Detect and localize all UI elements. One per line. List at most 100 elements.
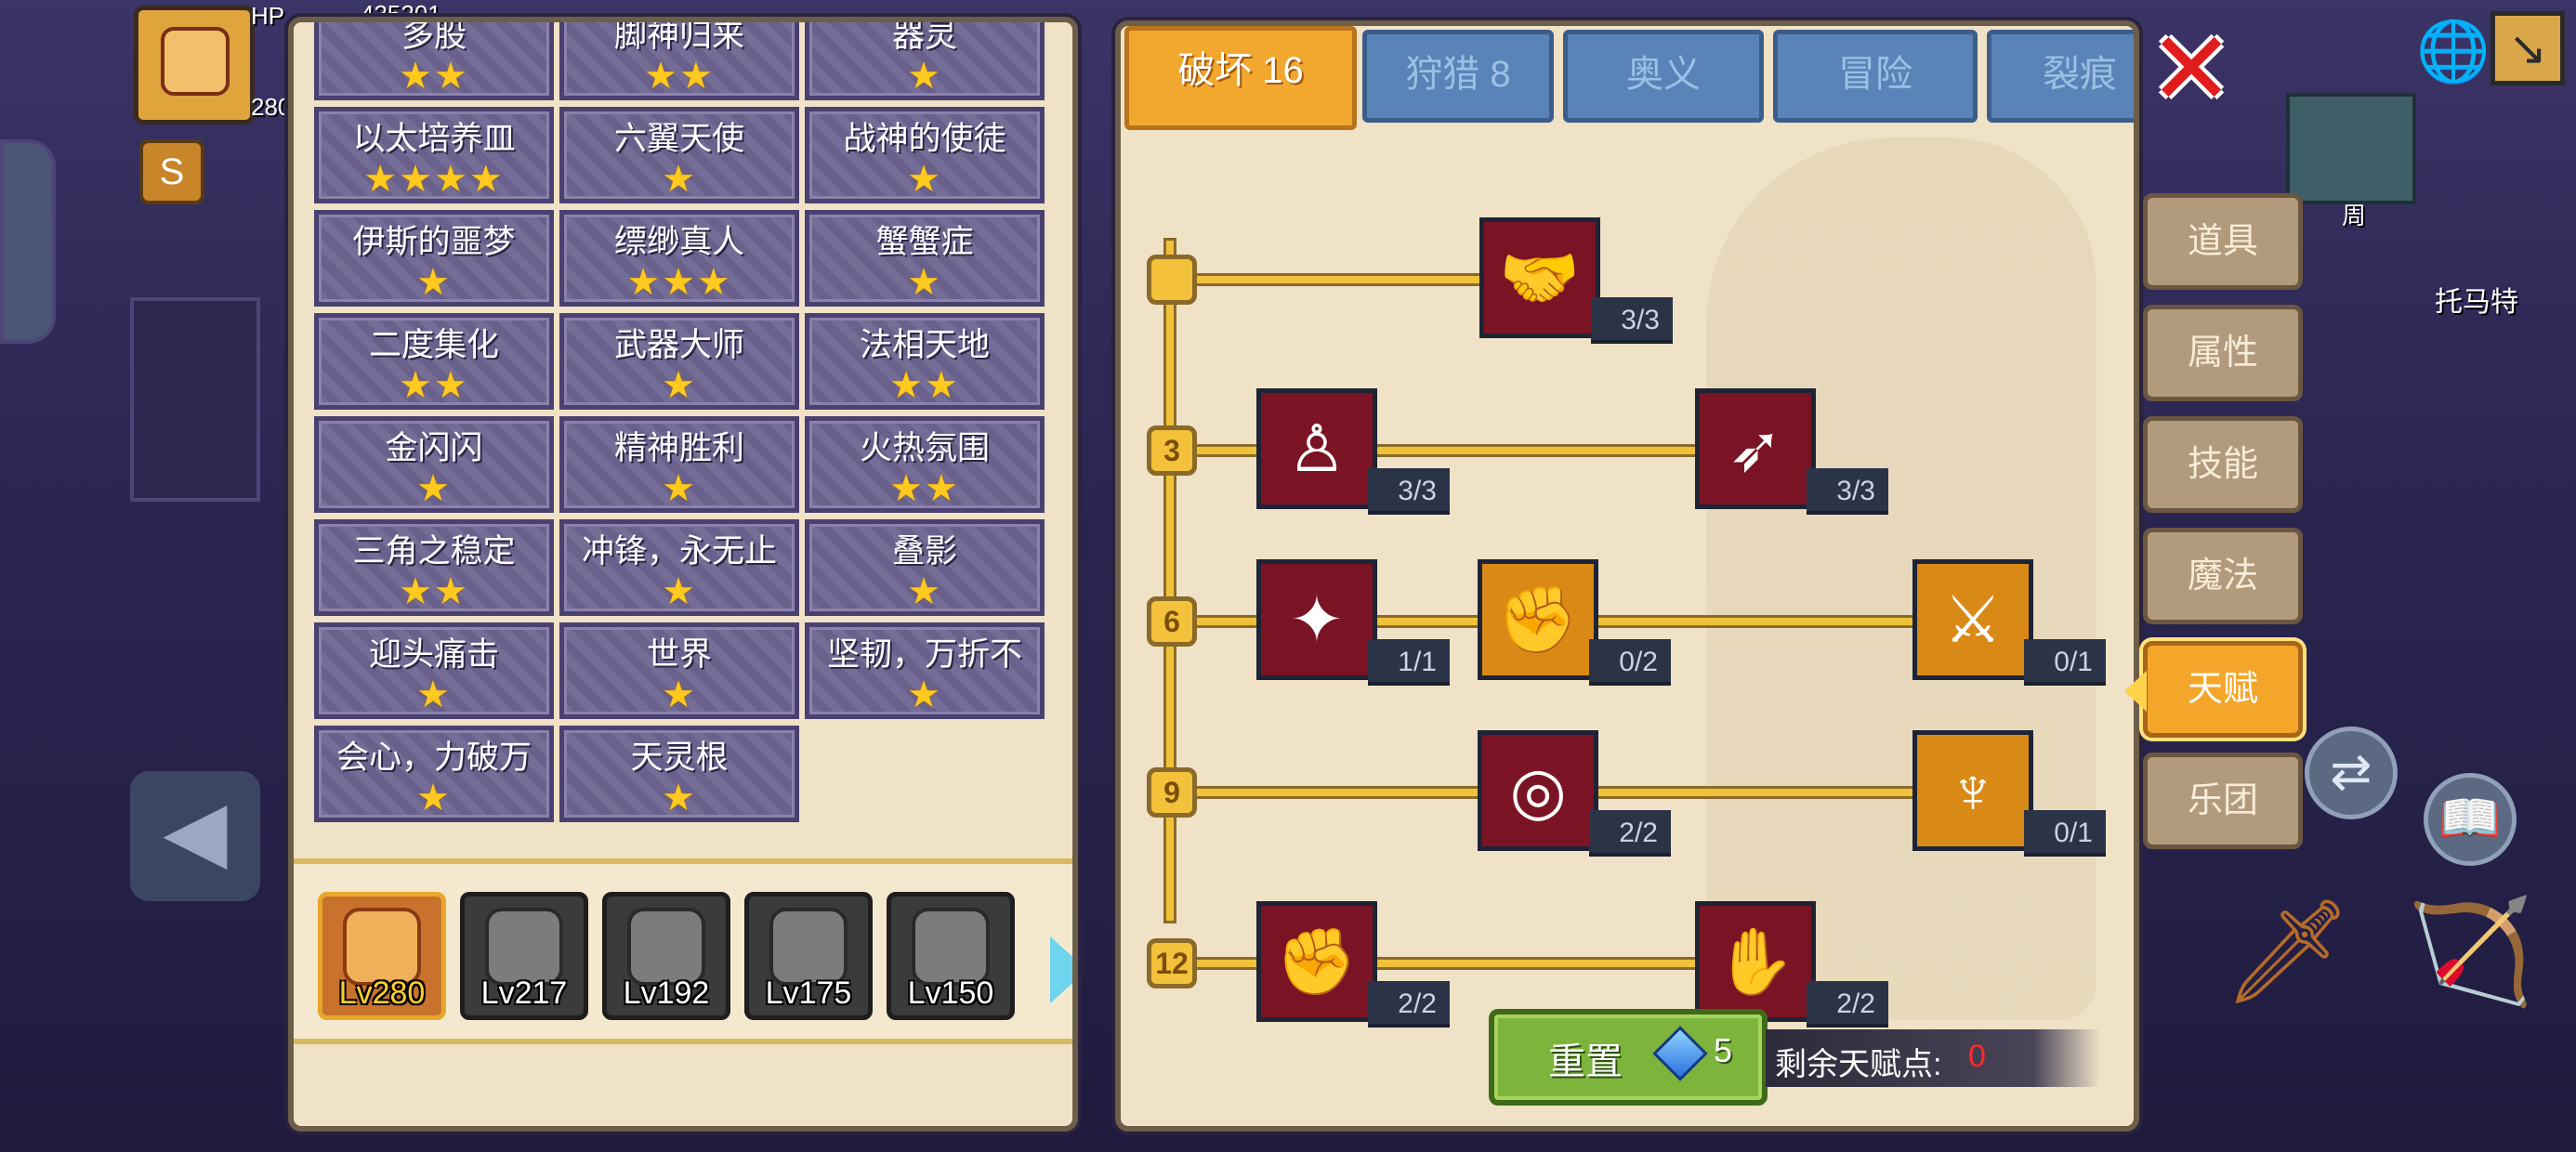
card-strike-icon: ✦ <box>1289 583 1345 656</box>
achievement-card[interactable]: 叠影 ★ <box>805 519 1045 616</box>
hero-slot[interactable]: Lv280 <box>318 892 446 1020</box>
close-button[interactable]: ✕ <box>2149 19 2234 121</box>
hero-portrait-icon <box>769 908 848 986</box>
power-fist-icon: ✋ <box>1715 925 1796 998</box>
talent-node[interactable]: ✋ <box>1695 901 1816 1022</box>
achievement-card[interactable]: 蟹蟹症 ★ <box>805 210 1045 307</box>
arrow-hit-icon: ➶ <box>1728 412 1783 485</box>
bow-icon[interactable]: 🏹 <box>2407 892 2534 1013</box>
talent-tab[interactable]: 破坏 16 <box>1124 26 1357 130</box>
sword-icon[interactable]: 🗡 <box>2223 892 2353 1013</box>
reset-button[interactable]: 重置 5 <box>1489 1009 1768 1106</box>
swap-icon[interactable]: ⇄ <box>2305 727 2398 819</box>
achievement-card[interactable]: 火热氛围 ★★ <box>805 416 1045 513</box>
achievement-name: 坚韧，万折不 <box>826 636 1022 673</box>
player-avatar[interactable] <box>134 6 255 124</box>
side-menu-item[interactable]: 天赋 <box>2143 641 2303 738</box>
talent-progress: 0/2 <box>1589 639 1671 686</box>
achievement-stars-icon: ★ <box>907 262 942 303</box>
achievement-card[interactable]: 器灵 ★ <box>805 22 1045 100</box>
talent-tab[interactable]: 冒险 <box>1773 30 1978 123</box>
achievement-name: 金闪闪 <box>385 430 483 466</box>
talent-node[interactable]: ✦ <box>1256 559 1377 680</box>
row-connector <box>1167 957 1714 970</box>
achievement-stars-icon: ★ <box>907 571 942 612</box>
achievement-card[interactable]: 天灵根 ★ <box>559 726 799 822</box>
talent-node[interactable]: ➶ <box>1695 388 1816 509</box>
blade-splash-icon: ⚔ <box>1943 583 2003 656</box>
move-left-icon[interactable]: ◀ <box>130 771 260 901</box>
achievement-stars-icon: ★ <box>662 778 697 818</box>
next-heroes-arrow-icon[interactable] <box>1050 936 1072 1003</box>
achievement-card[interactable]: 冲锋，永无止 ★ <box>559 519 799 616</box>
achievement-stars-icon: ★ <box>662 365 697 406</box>
achievement-stars-icon: ★ <box>907 674 942 715</box>
achievement-name: 会心，力破万 <box>335 740 532 776</box>
hero-slot[interactable]: Lv192 <box>602 892 730 1020</box>
hero-level: Lv217 <box>480 975 568 1011</box>
talent-node[interactable]: ♙ <box>1256 388 1377 509</box>
book-icon[interactable]: 📖 <box>2424 773 2517 866</box>
achievement-card[interactable]: 坚韧，万折不 ★ <box>805 622 1045 719</box>
talent-tab[interactable]: 裂痕 <box>1987 30 2134 123</box>
achievement-name: 三角之稳定 <box>352 533 516 569</box>
achievement-card[interactable]: 法相天地 ★★ <box>805 313 1045 410</box>
hp-label: HP <box>251 2 285 30</box>
achievement-name: 叠影 <box>891 533 957 569</box>
talent-progress: 0/1 <box>2024 639 2106 686</box>
achievement-stars-icon: ★ <box>416 468 452 509</box>
achievement-card[interactable]: 精神胜利 ★ <box>559 416 799 513</box>
achievement-card[interactable]: 战神的使徒 ★ <box>805 107 1045 203</box>
talent-tab[interactable]: 狩猎 8 <box>1362 30 1554 123</box>
week-label: 周 <box>2342 202 2367 229</box>
punch-icon: ✊ <box>1497 583 1579 656</box>
achievement-stars-icon: ★ <box>907 56 942 97</box>
talent-progress: 2/2 <box>1368 981 1450 1028</box>
hero-slot[interactable]: Lv217 <box>460 892 588 1020</box>
castle-silhouette-decoration <box>1706 137 2096 1020</box>
achievement-card[interactable]: 六翼天使 ★ <box>559 107 799 203</box>
hero-slot[interactable]: Lv175 <box>744 892 873 1020</box>
achievement-stars-icon: ★★ <box>399 365 469 406</box>
talent-tab[interactable]: 奥义 <box>1563 30 1764 123</box>
side-menu-item[interactable]: 乐团 <box>2143 753 2303 849</box>
achievement-card[interactable]: 以太培养皿 ★★★★ <box>314 107 554 203</box>
exit-icon[interactable]: ↘ <box>2491 11 2565 85</box>
achievement-card[interactable]: 武器大师 ★ <box>559 313 799 410</box>
side-menu-item[interactable]: 魔法 <box>2143 528 2303 624</box>
achievement-stars-icon: ★ <box>416 262 452 303</box>
side-menu-item[interactable]: 技能 <box>2143 416 2303 513</box>
reset-label: 重置 <box>1548 1041 1623 1082</box>
npc-name-label: 托马特 <box>2435 287 2518 318</box>
talent-node[interactable]: ◎ <box>1478 730 1598 851</box>
globe-icon[interactable]: 🌐 <box>2416 19 2491 84</box>
hero-portrait-icon <box>912 908 990 986</box>
side-menu-item[interactable]: 属性 <box>2143 305 2303 401</box>
achievement-stars-icon: ★★★★ <box>363 159 505 200</box>
talent-node[interactable]: ♆ <box>1912 730 2033 851</box>
talent-progress: 3/3 <box>1591 297 1673 344</box>
achievement-stars-icon: ★ <box>662 571 697 612</box>
achievement-stars-icon: ★ <box>907 159 942 200</box>
left-edge-button[interactable] <box>0 139 56 344</box>
talent-node[interactable]: ✊ <box>1478 559 1598 680</box>
achievement-card[interactable]: 二度集化 ★★ <box>314 313 554 410</box>
achievement-card[interactable]: 缥缈真人 ★★★ <box>559 210 799 307</box>
achievement-card[interactable]: 伊斯的噩梦 ★ <box>314 210 554 307</box>
achievement-card[interactable]: 世界 ★ <box>559 622 799 719</box>
side-menu-item[interactable]: 道具 <box>2143 193 2303 290</box>
buff-icon[interactable]: S <box>139 139 204 204</box>
achievement-card[interactable]: 脚神归来 ★★ <box>559 22 799 100</box>
achievement-card[interactable]: 多股 ★★ <box>314 22 554 100</box>
achievement-card[interactable]: 会心，力破万 ★ <box>314 726 554 822</box>
arm-wrestle-icon: 🤝 <box>1499 242 1581 314</box>
remaining-points-value: 0 <box>1968 1039 1986 1074</box>
talent-node[interactable]: ⚔ <box>1912 559 2033 680</box>
talent-node[interactable]: 🤝 <box>1479 217 1600 338</box>
achievement-card[interactable]: 迎头痛击 ★ <box>314 622 554 719</box>
achievement-card[interactable]: 三角之稳定 ★★ <box>314 519 554 616</box>
hero-slot[interactable]: Lv150 <box>887 892 1015 1020</box>
hero-selector: Lv280 Lv217 Lv192 Lv175 Lv150 <box>294 858 1072 1044</box>
achievement-card[interactable]: 金闪闪 ★ <box>314 416 554 513</box>
talent-node[interactable]: ✊ <box>1256 901 1377 1022</box>
